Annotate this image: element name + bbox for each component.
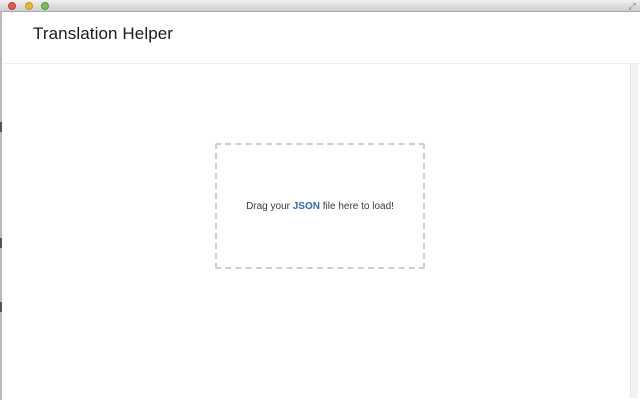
file-drop-zone[interactable]: Drag your JSON file here to load!: [215, 143, 425, 269]
vertical-scrollbar[interactable]: [630, 64, 638, 398]
drop-text-suffix: file here to load!: [319, 200, 394, 212]
app-header: Translation Helper: [2, 12, 640, 64]
window-titlebar[interactable]: ⤢: [0, 0, 640, 12]
app-window: ⤢ Translation Helper Drag your JSON file…: [0, 0, 640, 400]
drop-text-keyword: JSON: [292, 200, 320, 212]
drop-zone-instructions: Drag your JSON file here to load!: [246, 201, 394, 212]
zoom-window-button[interactable]: [41, 2, 49, 10]
fullscreen-arrows-icon[interactable]: ⤢: [627, 1, 637, 11]
minimize-window-button[interactable]: [25, 2, 33, 10]
close-window-button[interactable]: [8, 2, 16, 10]
drop-text-prefix: Drag your: [246, 200, 293, 212]
page-title: Translation Helper: [33, 24, 174, 43]
